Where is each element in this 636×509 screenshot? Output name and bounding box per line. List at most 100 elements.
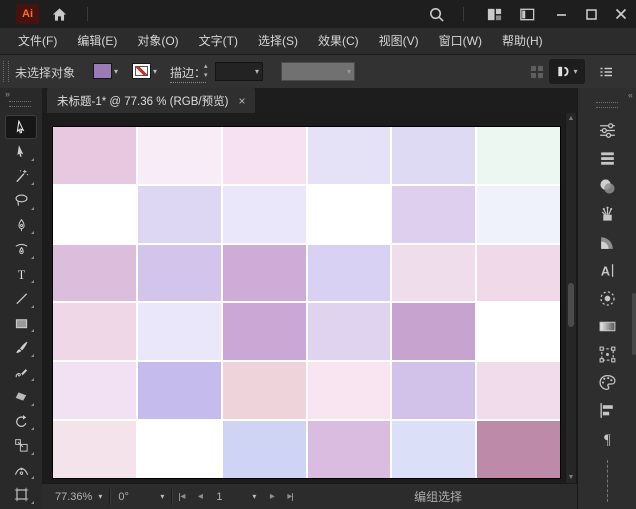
workspace-switcher-icon[interactable] — [518, 5, 536, 23]
fill-dropdown-chevron-icon[interactable]: ▾ — [114, 67, 118, 76]
dock-scrollbar-thumb[interactable] — [632, 293, 636, 355]
dock-grip[interactable] — [596, 102, 618, 108]
grid-cell-r3c4[interactable] — [307, 244, 391, 302]
grid-cell-r5c4[interactable] — [307, 362, 391, 420]
grid-cell-r4c3[interactable] — [222, 303, 306, 361]
gradient-icon[interactable] — [591, 312, 625, 340]
panel-list-icon[interactable] — [596, 62, 616, 82]
menu-item-1[interactable]: 编辑(E) — [67, 28, 127, 54]
grid-cell-r4c4[interactable] — [307, 303, 391, 361]
grid-cell-r4c6[interactable] — [477, 303, 560, 361]
minimize-icon[interactable] — [546, 0, 576, 28]
curvature-tool[interactable] — [6, 239, 36, 261]
zoom-level-dropdown[interactable]: 77.36% ▾ — [48, 484, 109, 509]
paragraph-icon[interactable]: ¶ — [591, 424, 625, 452]
paintbrush-tool[interactable] — [6, 337, 36, 359]
stroke-weight-stepper[interactable]: ▴ ▾ — [204, 62, 208, 80]
grid-cell-r3c3[interactable] — [222, 244, 306, 302]
vertical-scrollbar[interactable]: ▲ ▼ — [565, 113, 577, 483]
menu-item-3[interactable]: 文字(T) — [189, 28, 248, 54]
width-tool[interactable] — [6, 459, 36, 481]
document-tab[interactable]: 未标题-1* @ 77.36 % (RGB/预览) × — [47, 88, 256, 113]
arrange-documents-icon[interactable] — [485, 5, 503, 23]
color-palette-icon[interactable] — [591, 368, 625, 396]
stroke-weight-dropdown[interactable]: ▾ — [215, 62, 263, 81]
rotation-dropdown[interactable]: 0° ▾ — [111, 484, 171, 509]
grid-cell-r2c6[interactable] — [477, 185, 560, 243]
previous-artboard-icon[interactable]: ◂ — [191, 484, 209, 509]
transform-icon[interactable] — [591, 340, 625, 368]
search-icon[interactable] — [427, 5, 445, 23]
menu-item-0[interactable]: 文件(F) — [8, 28, 67, 54]
grid-cell-r5c5[interactable] — [392, 362, 476, 420]
stroke-color-swatch[interactable] — [132, 63, 151, 79]
last-artboard-icon[interactable]: ▸ — [281, 484, 299, 509]
scroll-down-icon[interactable]: ▼ — [566, 474, 576, 481]
direct-selection-tool[interactable] — [6, 141, 36, 163]
artboard-tool[interactable] — [6, 484, 36, 506]
grid-cell-r2c3[interactable] — [222, 185, 306, 243]
first-artboard-icon[interactable]: ◂ — [173, 484, 191, 509]
grid-cell-r3c1[interactable] — [53, 244, 136, 302]
menu-item-6[interactable]: 视图(V) — [369, 28, 429, 54]
vertical-scrollbar-thumb[interactable] — [568, 283, 574, 327]
brushes-icon[interactable] — [591, 200, 625, 228]
next-artboard-icon[interactable]: ▸ — [263, 484, 281, 509]
close-icon[interactable] — [606, 0, 636, 28]
menu-item-7[interactable]: 窗口(W) — [429, 28, 492, 54]
grid-cell-r1c1[interactable] — [53, 127, 136, 184]
grid-cell-r2c5[interactable] — [392, 185, 476, 243]
arrange-documents-button[interactable]: ▾ — [549, 59, 585, 84]
dashed-circle-icon[interactable] — [591, 284, 625, 312]
transparency-icon[interactable] — [591, 172, 625, 200]
layers-icon[interactable] — [591, 144, 625, 172]
grid-cell-r1c3[interactable] — [222, 127, 306, 184]
selection-tool[interactable] — [6, 116, 36, 138]
grid-cell-r5c1[interactable] — [53, 362, 136, 420]
grid-cell-r5c3[interactable] — [222, 362, 306, 420]
artboard-number-dropdown[interactable]: 1 ▾ — [209, 484, 263, 509]
scroll-up-icon[interactable]: ▲ — [566, 115, 576, 122]
grid-cell-r2c2[interactable] — [137, 185, 221, 243]
grid-cell-r1c5[interactable] — [392, 127, 476, 184]
scale-tool[interactable] — [6, 435, 36, 457]
fill-color-swatch[interactable] — [93, 63, 112, 79]
grid-cell-r6c3[interactable] — [222, 421, 306, 478]
grid-cell-r1c6[interactable] — [477, 127, 560, 184]
grid-cell-r6c2[interactable] — [137, 421, 221, 478]
pen-tool[interactable] — [6, 214, 36, 236]
grid-icon[interactable] — [527, 62, 547, 82]
artboard[interactable] — [53, 127, 560, 478]
properties-icon[interactable] — [591, 116, 625, 144]
eraser-tool[interactable] — [6, 386, 36, 408]
grid-cell-r5c6[interactable] — [477, 362, 560, 420]
lasso-tool[interactable] — [6, 190, 36, 212]
grid-cell-r6c1[interactable] — [53, 421, 136, 478]
rotate-tool[interactable] — [6, 410, 36, 432]
grid-cell-r4c2[interactable] — [137, 303, 221, 361]
type-tool[interactable]: T — [6, 263, 36, 285]
canvas-pasteboard[interactable] — [42, 113, 565, 483]
character-icon[interactable]: A — [591, 256, 625, 284]
tools-expand-icon[interactable]: » — [5, 89, 10, 99]
stroke-weight-label[interactable]: 描边： — [170, 64, 207, 83]
rectangle-tool[interactable] — [6, 312, 36, 334]
menu-item-2[interactable]: 对象(O) — [127, 28, 188, 54]
menu-item-5[interactable]: 效果(C) — [308, 28, 369, 54]
magic-wand-tool[interactable] — [6, 165, 36, 187]
stroke-dropdown-chevron-icon[interactable]: ▾ — [153, 67, 157, 76]
grid-cell-r2c4[interactable] — [307, 185, 391, 243]
menu-item-4[interactable]: 选择(S) — [248, 28, 308, 54]
grid-cell-r3c5[interactable] — [392, 244, 476, 302]
grid-cell-r3c2[interactable] — [137, 244, 221, 302]
grid-cell-r6c4[interactable] — [307, 421, 391, 478]
menu-item-8[interactable]: 帮助(H) — [492, 28, 553, 54]
grid-cell-r1c4[interactable] — [307, 127, 391, 184]
panel-grip[interactable] — [3, 61, 9, 82]
grid-cell-r3c6[interactable] — [477, 244, 560, 302]
dock-collapse-icon[interactable]: « — [628, 90, 633, 100]
grid-cell-r4c1[interactable] — [53, 303, 136, 361]
grid-cell-r1c2[interactable] — [137, 127, 221, 184]
line-segment-tool[interactable] — [6, 288, 36, 310]
tools-grip[interactable] — [9, 101, 31, 107]
